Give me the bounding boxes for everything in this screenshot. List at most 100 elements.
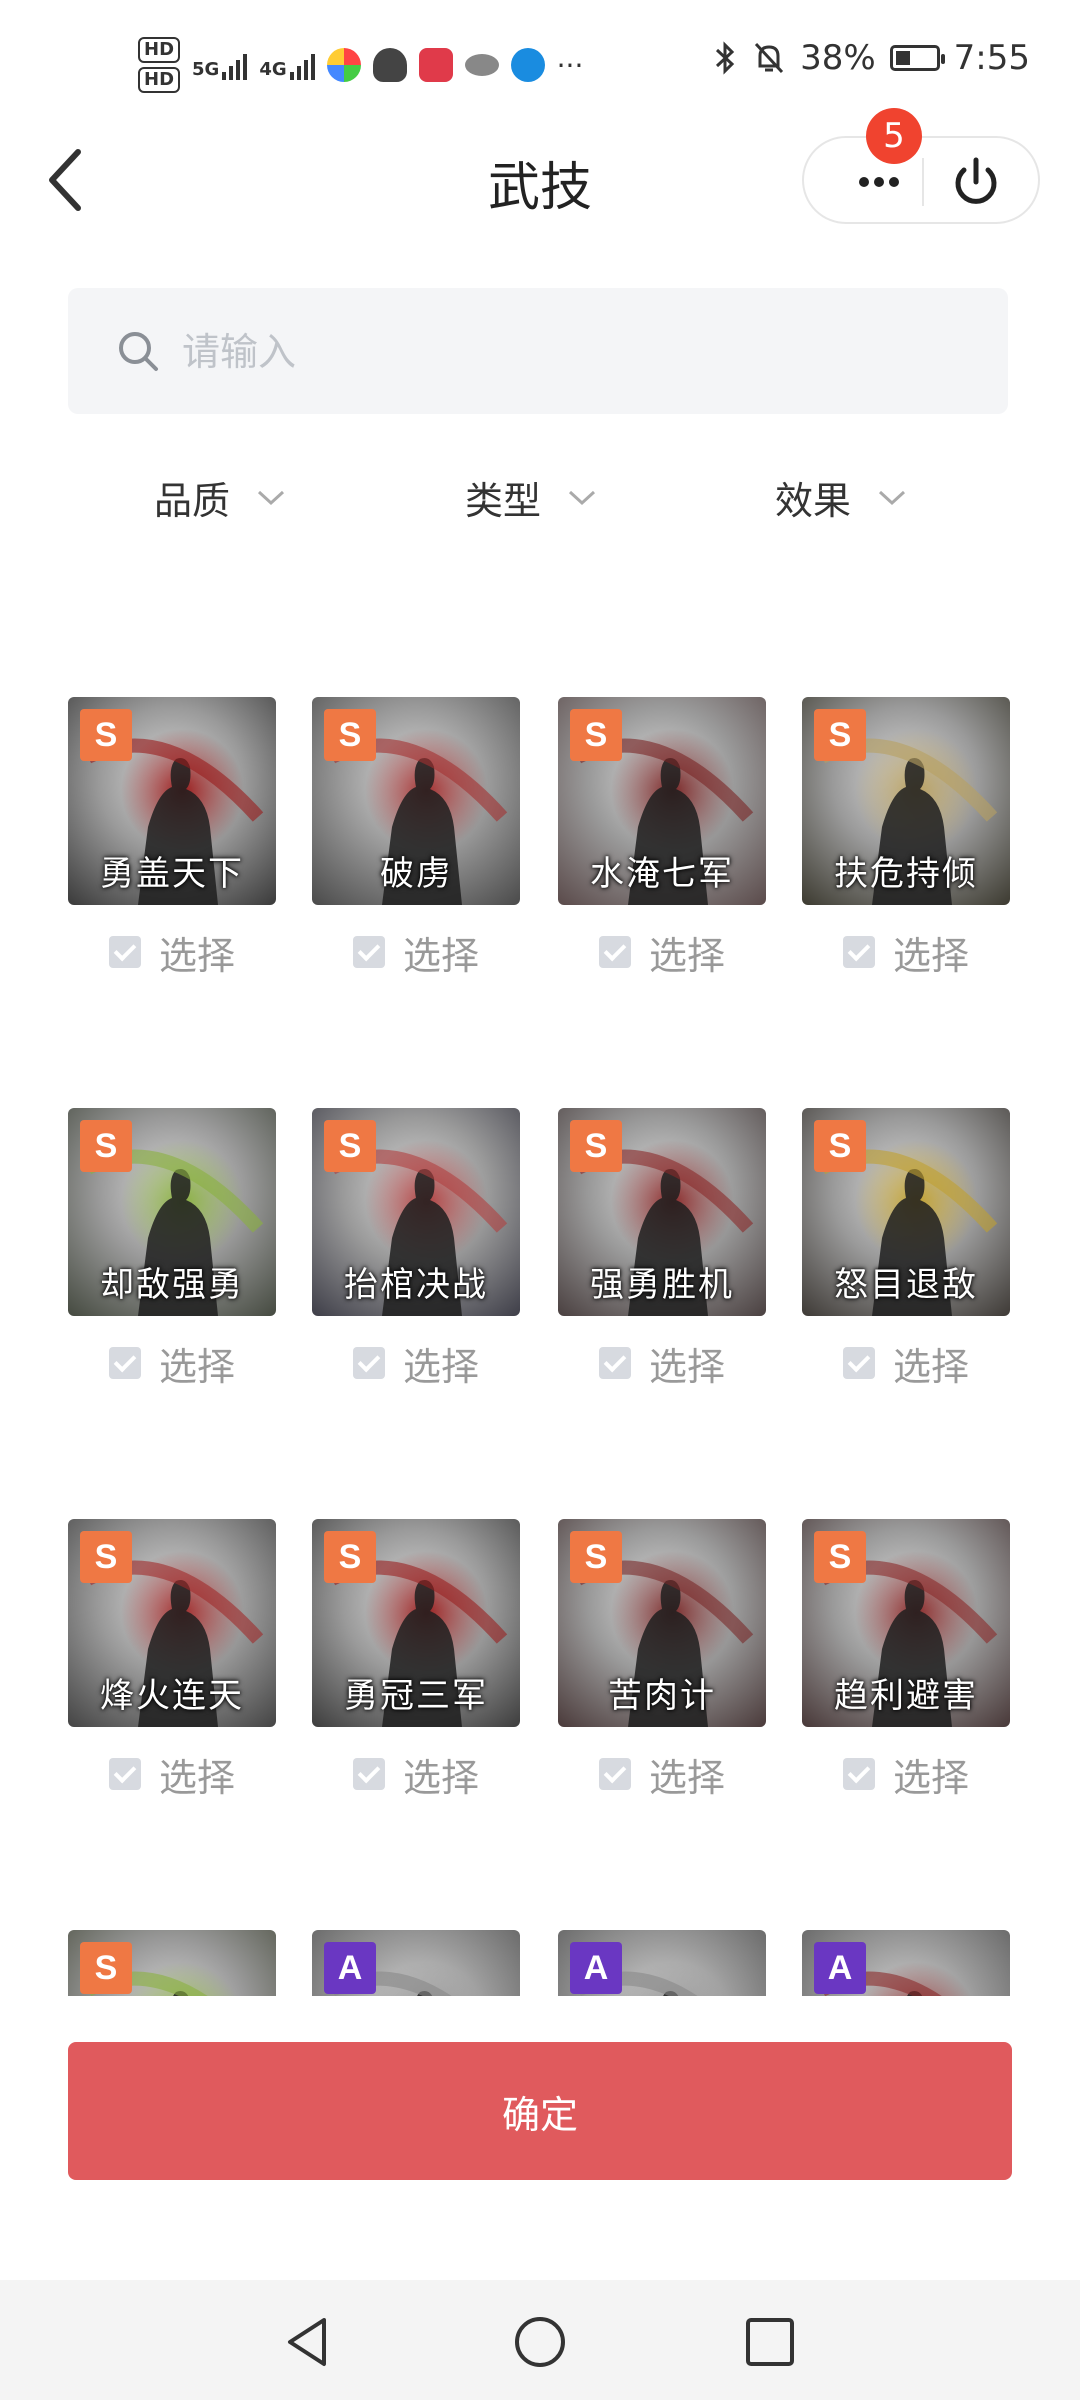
select-checkbox[interactable] [598, 936, 631, 968]
skill-card[interactable]: S 水淹七军选择 [558, 697, 766, 977]
qq-icon [372, 48, 407, 82]
more-notifications-icon: ··· [556, 48, 584, 82]
select-label: 选择 [892, 1344, 969, 1389]
select-checkbox[interactable] [842, 1758, 875, 1790]
skill-card[interactable]: S 烽火连天选择 [68, 1519, 276, 1799]
skill-card[interactable]: S [68, 1930, 276, 1996]
select-checkbox[interactable] [842, 936, 875, 968]
skill-thumbnail[interactable]: S [68, 1930, 276, 1996]
select-checkbox-row[interactable]: 选择 [802, 927, 1010, 977]
skill-card[interactable]: S 勇盖天下选择 [68, 697, 276, 977]
chevron-down-icon [879, 490, 906, 505]
select-checkbox[interactable] [352, 936, 385, 968]
skill-thumbnail[interactable]: S 烽火连天 [68, 1519, 276, 1727]
select-checkbox-row[interactable]: 选择 [68, 1338, 276, 1388]
rank-badge: A [570, 1942, 622, 1994]
select-checkbox-row[interactable]: 选择 [312, 927, 520, 977]
rank-badge: S [324, 709, 376, 761]
skill-thumbnail[interactable]: S 抬棺决战 [312, 1108, 520, 1316]
select-checkbox[interactable] [598, 1347, 631, 1379]
select-checkbox[interactable] [352, 1758, 385, 1790]
rank-badge: S [80, 709, 132, 761]
select-checkbox-row[interactable]: 选择 [558, 1749, 766, 1799]
skill-card[interactable]: S 趋利避害选择 [802, 1519, 1010, 1799]
skill-thumbnail[interactable]: S 勇盖天下 [68, 697, 276, 905]
select-checkbox[interactable] [598, 1758, 631, 1790]
skill-card[interactable]: A [312, 1930, 520, 1996]
signal-bars-icon [222, 50, 248, 80]
skill-thumbnail[interactable]: S 勇冠三军 [312, 1519, 520, 1727]
confirm-area: 确定 [0, 1996, 1080, 2280]
skill-thumbnail[interactable]: A [802, 1930, 1010, 1996]
skill-thumbnail[interactable]: A [312, 1930, 520, 1996]
filter-quality-label: 品质 [154, 479, 231, 523]
skill-card[interactable]: S 扶危持倾选择 [802, 697, 1010, 977]
skill-thumbnail[interactable]: S 强勇胜机 [558, 1108, 766, 1316]
mini-program-capsule [802, 136, 1040, 224]
filter-effect[interactable]: 效果 [775, 470, 907, 525]
skill-name: 苦肉计 [608, 1676, 716, 1716]
select-checkbox[interactable] [842, 1347, 875, 1379]
select-checkbox[interactable] [352, 1347, 385, 1379]
select-checkbox-row[interactable]: 选择 [68, 927, 276, 977]
select-label: 选择 [648, 1755, 725, 1800]
cloud-icon [464, 54, 499, 76]
skill-card[interactable]: S 抬棺决战选择 [312, 1108, 520, 1388]
confirm-button[interactable]: 确定 [68, 2042, 1012, 2180]
select-checkbox-row[interactable]: 选择 [68, 1749, 276, 1799]
skill-name: 破虏 [380, 854, 452, 894]
rank-badge: A [814, 1942, 866, 1994]
select-checkbox[interactable] [108, 1347, 141, 1379]
rank-badge: A [324, 1942, 376, 1994]
skill-card[interactable]: A [802, 1930, 1010, 1996]
power-close-icon[interactable] [946, 154, 1006, 212]
rank-badge: S [814, 1120, 866, 1172]
skill-thumbnail[interactable]: S 却敌强勇 [68, 1108, 276, 1316]
skill-thumbnail[interactable]: S 苦肉计 [558, 1519, 766, 1727]
skill-name: 却敌强勇 [100, 1265, 244, 1305]
mute-bell-icon [754, 42, 784, 74]
skill-card[interactable]: S 却敌强勇选择 [68, 1108, 276, 1388]
select-checkbox-row[interactable]: 选择 [802, 1338, 1010, 1388]
skill-card[interactable]: A [558, 1930, 766, 1996]
filter-type[interactable]: 类型 [465, 470, 597, 525]
skill-card[interactable]: S 强勇胜机选择 [558, 1108, 766, 1388]
rank-badge: S [80, 1531, 132, 1583]
select-checkbox-row[interactable]: 选择 [312, 1749, 520, 1799]
skill-name: 抬棺决战 [344, 1265, 488, 1305]
select-checkbox[interactable] [108, 936, 141, 968]
skill-thumbnail[interactable]: S 趋利避害 [802, 1519, 1010, 1727]
battery-percent: 38% [800, 38, 876, 78]
skill-thumbnail[interactable]: A [558, 1930, 766, 1996]
select-checkbox-row[interactable]: 选择 [312, 1338, 520, 1388]
reader-app-icon [418, 48, 453, 82]
skill-thumbnail[interactable]: S 怒目退敌 [802, 1108, 1010, 1316]
select-label: 选择 [158, 1755, 235, 1800]
skill-card[interactable]: S 勇冠三军选择 [312, 1519, 520, 1799]
select-checkbox[interactable] [108, 1758, 141, 1790]
search-bar [68, 288, 1008, 414]
nav-back-icon[interactable] [278, 2312, 338, 2372]
skill-name: 趋利避害 [834, 1676, 978, 1716]
skill-card[interactable]: S 苦肉计选择 [558, 1519, 766, 1799]
nav-recents-icon[interactable] [740, 2312, 800, 2372]
browser-icon [510, 48, 545, 82]
select-checkbox-row[interactable]: 选择 [558, 927, 766, 977]
more-options-icon[interactable] [834, 158, 924, 206]
skill-thumbnail[interactable]: S 扶危持倾 [802, 697, 1010, 905]
select-label: 选择 [158, 933, 235, 978]
skill-thumbnail[interactable]: S 水淹七军 [558, 697, 766, 905]
skill-name: 勇冠三军 [344, 1676, 488, 1716]
select-checkbox-row[interactable]: 选择 [802, 1749, 1010, 1799]
filter-quality[interactable]: 品质 [154, 470, 286, 525]
skill-thumbnail[interactable]: S 破虏 [312, 697, 520, 905]
filter-type-label: 类型 [465, 479, 542, 523]
signal-4g: 4G [259, 50, 315, 80]
nav-home-icon[interactable] [510, 2312, 570, 2372]
search-input[interactable] [180, 318, 964, 386]
filter-bar: 品质 类型 效果 [0, 470, 1080, 530]
select-checkbox-row[interactable]: 选择 [558, 1338, 766, 1388]
skill-card[interactable]: S 破虏选择 [312, 697, 520, 977]
skill-card[interactable]: S 怒目退敌选择 [802, 1108, 1010, 1388]
filter-effect-label: 效果 [775, 479, 852, 523]
